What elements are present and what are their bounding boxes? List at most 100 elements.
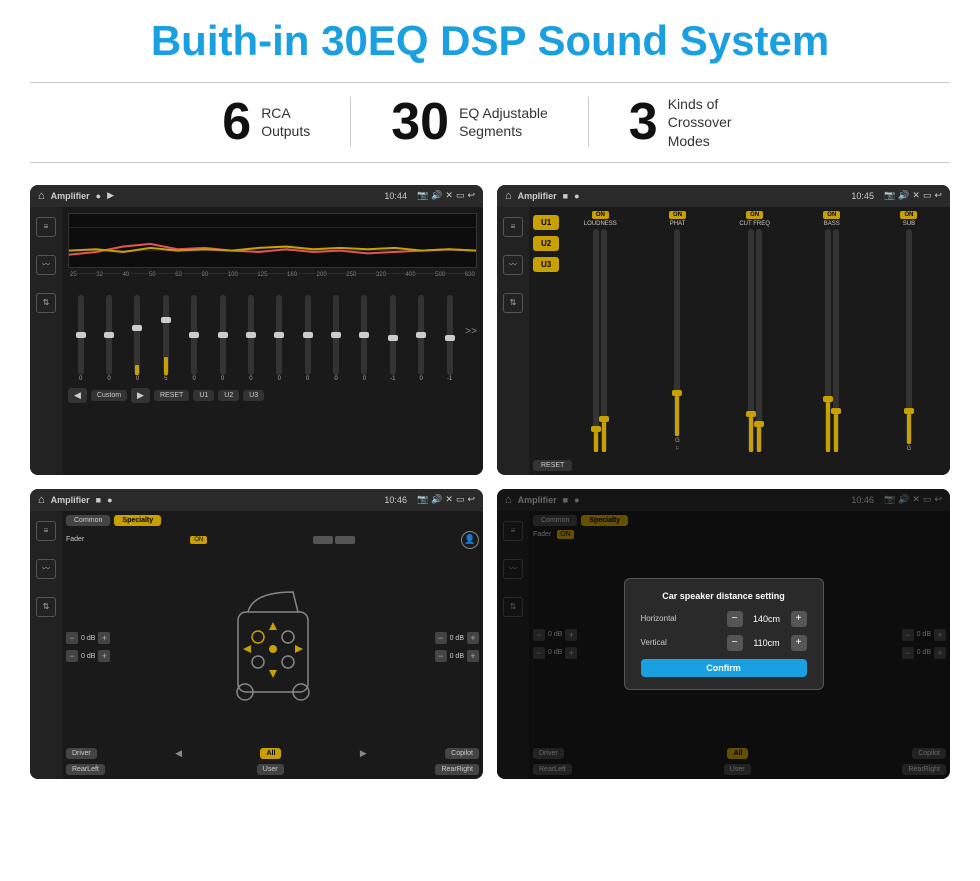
confirm-button[interactable]: Confirm — [641, 659, 807, 677]
close-icon-3: ✕ — [445, 494, 453, 505]
copilot-btn[interactable]: Copilot — [445, 748, 479, 759]
camera-icon: 📷 — [417, 190, 428, 201]
eq-u3-btn[interactable]: U3 — [243, 390, 264, 401]
cutfreq-on[interactable]: ON — [746, 211, 763, 219]
eq-custom-label: Custom — [91, 390, 127, 401]
eq-slider-3[interactable]: 0 — [125, 295, 150, 382]
dot-icon-2: ■ — [563, 191, 568, 201]
bass-on[interactable]: ON — [823, 211, 840, 219]
vertical-row: Vertical − 110cm + — [641, 635, 807, 651]
topbar-icons-2: 📷 🔊 ✕ ▭ ↩ — [884, 190, 942, 201]
tab-specialty[interactable]: Specialty — [114, 515, 161, 526]
channel-cutfreq: ON CUT FREQ — [718, 211, 792, 452]
sub-slider[interactable] — [906, 229, 912, 444]
rearright-btn[interactable]: RearRight — [435, 764, 479, 775]
dot-icon-3: ■ — [96, 495, 101, 505]
bass-slider2[interactable] — [833, 229, 839, 452]
eq-slider-14[interactable]: -1 — [437, 295, 462, 382]
u3-button[interactable]: U3 — [533, 257, 559, 272]
screen-fader-content: ≡ 〰 ⇅ Common Specialty Fader ON — [30, 511, 483, 779]
all-btn[interactable]: All — [260, 748, 281, 759]
topbar-icons-3: 📷 🔊 ✕ ▭ ↩ — [417, 494, 475, 505]
eq-sidebar-icon-2[interactable]: 〰 — [36, 255, 56, 275]
rearleft-btn[interactable]: RearLeft — [66, 764, 105, 775]
vertical-value: 110cm — [747, 638, 787, 648]
eq-slider-6[interactable]: 0 — [210, 295, 235, 382]
volume-icon-2: 🔊 — [898, 190, 909, 201]
db-value-4: 0 dB — [450, 653, 464, 660]
db-plus-4[interactable]: + — [467, 650, 479, 662]
driver-btn[interactable]: Driver — [66, 748, 97, 759]
eq-prev-btn[interactable]: ◀ — [68, 388, 87, 403]
bottom-nav: Driver ◀ All ▶ Copilot — [66, 748, 479, 759]
horizontal-minus-btn[interactable]: − — [727, 611, 743, 627]
screen-eq-sidebar: ≡ 〰 ⇅ — [30, 207, 62, 475]
fader-sidebar-icon-3[interactable]: ⇅ — [36, 597, 56, 617]
eq-slider-13[interactable]: 0 — [409, 295, 434, 382]
tab-common[interactable]: Common — [66, 515, 110, 526]
fader-sidebar-icon-1[interactable]: ≡ — [36, 521, 56, 541]
phat-on[interactable]: ON — [669, 211, 686, 219]
cutfreq-slider1[interactable] — [748, 229, 754, 452]
eq-reset-btn[interactable]: RESET — [154, 390, 189, 401]
bass-slider1[interactable] — [825, 229, 831, 452]
page-title: Buith-in 30EQ DSP Sound System — [30, 18, 950, 64]
fader-on-badge[interactable]: ON — [190, 536, 207, 544]
screen-eq-content: ≡ 〰 ⇅ — [30, 207, 483, 475]
speaker-layout: − 0 dB + − 0 dB + — [66, 552, 479, 743]
crossover-sidebar-icon-1[interactable]: ≡ — [503, 217, 523, 237]
user-profile-icon[interactable]: 👤 — [461, 531, 479, 549]
db-plus-3[interactable]: + — [467, 632, 479, 644]
db-minus-1[interactable]: − — [66, 632, 78, 644]
eq-sidebar-icon-3[interactable]: ⇅ — [36, 293, 56, 313]
eq-slider-10[interactable]: 0 — [323, 295, 348, 382]
crossover-sidebar-icon-3[interactable]: ⇅ — [503, 293, 523, 313]
eq-slider-8[interactable]: 0 — [267, 295, 292, 382]
eq-slider-1[interactable]: 0 — [68, 295, 93, 382]
screen-fader-sidebar: ≡ 〰 ⇅ — [30, 511, 62, 779]
eq-slider-2[interactable]: 0 — [96, 295, 121, 382]
phat-slider[interactable] — [674, 229, 680, 436]
back-icon-2: ↩ — [934, 190, 942, 201]
db-minus-4[interactable]: − — [435, 650, 447, 662]
db-minus-2[interactable]: − — [66, 650, 78, 662]
eq-u1-btn[interactable]: U1 — [193, 390, 214, 401]
eq-sidebar-icon-1[interactable]: ≡ — [36, 217, 56, 237]
user-btn[interactable]: User — [257, 764, 284, 775]
screen-crossover-content: ≡ 〰 ⇅ U1 U2 U3 ON — [497, 207, 950, 475]
horizontal-plus-btn[interactable]: + — [791, 611, 807, 627]
screen-eq-title: Amplifier — [51, 191, 90, 201]
channel-sub: ON SUB G — [872, 211, 946, 452]
eq-u2-btn[interactable]: U2 — [218, 390, 239, 401]
stat-crossover: 3 Kinds ofCrossover Modes — [589, 95, 798, 150]
db-value-2: 0 dB — [81, 653, 95, 660]
crossover-sidebar-icon-2[interactable]: 〰 — [503, 255, 523, 275]
eq-slider-11[interactable]: 0 — [352, 295, 377, 382]
db-control-3: − 0 dB + — [435, 632, 479, 644]
eq-more-icon[interactable]: >> — [465, 326, 477, 337]
eq-slider-5[interactable]: 0 — [182, 295, 207, 382]
loudness-slider2[interactable] — [601, 229, 607, 452]
db-plus-1[interactable]: + — [98, 632, 110, 644]
eq-slider-12[interactable]: -1 — [380, 295, 405, 382]
eq-slider-4[interactable]: 5 — [153, 295, 178, 382]
camera-icon-2: 📷 — [884, 190, 895, 201]
volume-icon: 🔊 — [431, 190, 442, 201]
crossover-reset-btn[interactable]: RESET — [533, 460, 572, 471]
eq-slider-7[interactable]: 0 — [238, 295, 263, 382]
vertical-plus-btn[interactable]: + — [791, 635, 807, 651]
eq-slider-9[interactable]: 0 — [295, 295, 320, 382]
vertical-minus-btn[interactable]: − — [727, 635, 743, 651]
db-minus-3[interactable]: − — [435, 632, 447, 644]
cutfreq-slider2[interactable] — [756, 229, 762, 452]
u1-button[interactable]: U1 — [533, 215, 559, 230]
loudness-on[interactable]: ON — [592, 211, 609, 219]
screen-crossover-title: Amplifier — [518, 191, 557, 201]
eq-next-btn[interactable]: ▶ — [131, 388, 150, 403]
fader-sidebar-icon-2[interactable]: 〰 — [36, 559, 56, 579]
sub-on[interactable]: ON — [900, 211, 917, 219]
screen-crossover: ⌂ Amplifier ■ ● 10:45 📷 🔊 ✕ ▭ ↩ ≡ 〰 ⇅ — [497, 185, 950, 475]
screenshots-grid: ⌂ Amplifier ● ▶ 10:44 📷 🔊 ✕ ▭ ↩ ≡ 〰 ⇅ — [30, 185, 950, 779]
u2-button[interactable]: U2 — [533, 236, 559, 251]
db-plus-2[interactable]: + — [98, 650, 110, 662]
